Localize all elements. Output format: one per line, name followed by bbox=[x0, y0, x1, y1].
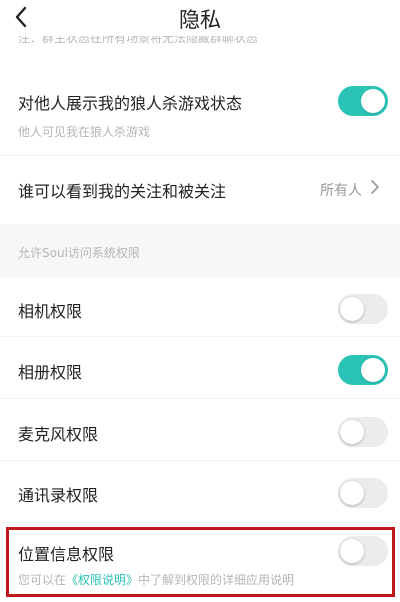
permission-camera-label: 相机权限 bbox=[18, 302, 83, 321]
visibility-label: 谁可以看到我的关注和被关注 bbox=[18, 182, 227, 201]
permission-camera-toggle[interactable] bbox=[338, 294, 388, 324]
permission-album-label: 相册权限 bbox=[18, 363, 83, 382]
divider bbox=[0, 522, 400, 523]
permission-microphone-toggle[interactable] bbox=[338, 417, 388, 447]
werewolf-status-toggle[interactable] bbox=[338, 86, 388, 116]
toggle-knob bbox=[340, 420, 364, 444]
section-title: 允许Soul访问系统权限 bbox=[18, 246, 140, 260]
toggle-knob bbox=[361, 358, 385, 382]
page-title: 隐私 bbox=[179, 8, 221, 32]
toggle-knob bbox=[340, 481, 364, 505]
permission-microphone-label: 麦克风权限 bbox=[18, 425, 99, 444]
werewolf-status-label: 对他人展示我的狼人杀游戏状态 bbox=[18, 94, 243, 113]
divider bbox=[0, 398, 400, 399]
top-bar: 隐私 bbox=[0, 0, 400, 36]
divider bbox=[0, 460, 400, 461]
highlight-box bbox=[6, 527, 395, 597]
divider bbox=[0, 155, 400, 156]
chevron-right-icon bbox=[371, 180, 379, 194]
divider bbox=[0, 336, 400, 337]
permission-album-toggle[interactable] bbox=[338, 355, 388, 385]
visibility-value: 所有人 bbox=[320, 183, 362, 199]
toggle-knob bbox=[361, 89, 385, 113]
permission-contacts-label: 通讯录权限 bbox=[18, 486, 99, 505]
werewolf-status-sub: 他人可见我在狼人杀游戏 bbox=[18, 125, 151, 139]
permission-contacts-toggle[interactable] bbox=[338, 478, 388, 508]
toggle-knob bbox=[340, 297, 364, 321]
